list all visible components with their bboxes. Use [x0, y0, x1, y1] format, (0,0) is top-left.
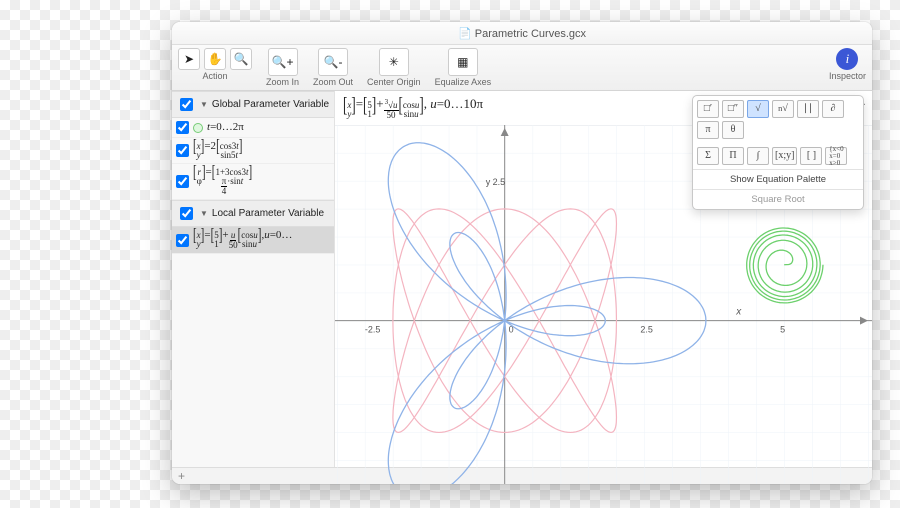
equation-text: [xy]=2[cos3tsin5t] — [193, 141, 242, 160]
palette-prod-button[interactable]: Π — [722, 147, 744, 165]
palette-sub-label: Square Root — [693, 189, 863, 209]
toolbar-equalize-group: ▦ Equalize Axes — [435, 48, 492, 87]
equation-text: [rφ]=[1+3cos3tπ4·sint] — [193, 167, 252, 196]
list-item[interactable]: t=0…2π — [172, 118, 334, 138]
global-header-checkbox[interactable] — [180, 98, 193, 111]
toolbar-center-group: ✳ Center Origin — [367, 48, 421, 87]
current-equation: [xy]=[51]+3√u50[cosusinu], u=0…10π — [343, 97, 483, 120]
palette-integral-button[interactable]: ∫ — [747, 147, 769, 165]
palette-main-label[interactable]: Show Equation Palette — [693, 169, 863, 189]
hand-tool-button[interactable]: ✋ — [204, 48, 226, 70]
palette-matrix-button[interactable]: [ ] — [800, 147, 822, 165]
palette-row-1: □′ □″ √ n√ ∣∣ ∂ π θ — [693, 96, 863, 143]
palette-pi-button[interactable]: π — [697, 121, 719, 139]
list-item[interactable]: [xy]=2[cos3tsin5t] — [172, 138, 334, 164]
equation-palette-popover: □′ □″ √ n√ ∣∣ ∂ π θ Σ Π ∫ [x;y] [ — [692, 95, 864, 210]
palette-theta-button[interactable]: θ — [722, 121, 744, 139]
zoom-in-label: Zoom In — [266, 77, 299, 87]
palette-prime-button[interactable]: □′ — [697, 100, 719, 118]
svg-text:5: 5 — [780, 325, 785, 335]
app-window: 📄 Parametric Curves.gcx ➤ ✋ 🔍 Action 🔍+ … — [172, 22, 872, 484]
titlebar[interactable]: 📄 Parametric Curves.gcx — [172, 22, 872, 45]
item-checkbox[interactable] — [176, 175, 189, 188]
local-header-label: Local Parameter Variable — [212, 208, 324, 219]
svg-text:x: x — [735, 307, 742, 318]
add-button[interactable]: + — [178, 470, 185, 482]
svg-text:-2.5: -2.5 — [365, 325, 380, 335]
palette-row-2: Σ Π ∫ [x;y] [ ] {x<0x=0x>0 — [693, 143, 863, 169]
sidebar-global-header[interactable]: ▼ Global Parameter Variable — [172, 91, 334, 118]
item-checkbox[interactable] — [176, 234, 189, 247]
zoom-in-button[interactable]: 🔍+ — [268, 48, 298, 76]
action-label: Action — [202, 71, 227, 81]
equation-text: t=0…2π — [207, 122, 244, 133]
center-origin-button[interactable]: ✳ — [379, 48, 409, 76]
toolbar-action-group: ➤ ✋ 🔍 Action — [178, 48, 252, 81]
canvas[interactable]: [xy]=[51]+3√u50[cosusinu], u=0…10π –Σ· — [335, 91, 872, 467]
palette-nroot-button[interactable]: n√ — [772, 100, 794, 118]
zoom-out-label: Zoom Out — [313, 77, 353, 87]
toolbar-zoomout-group: 🔍- Zoom Out — [313, 48, 353, 87]
palette-abs-button[interactable]: ∣∣ — [797, 100, 819, 118]
local-header-checkbox[interactable] — [180, 207, 193, 220]
inspector-button[interactable]: i — [836, 48, 858, 70]
center-label: Center Origin — [367, 77, 421, 87]
color-bullet-icon — [193, 123, 203, 133]
sidebar: ▼ Global Parameter Variable t=0…2π [xy]=… — [172, 91, 335, 467]
disclosure-triangle-icon[interactable]: ▼ — [200, 100, 208, 109]
toolbar: ➤ ✋ 🔍 Action 🔍+ Zoom In 🔍- Zoom Out ✳ Ce… — [172, 45, 872, 91]
equalize-label: Equalize Axes — [435, 77, 492, 87]
zoom-out-button[interactable]: 🔍- — [318, 48, 348, 76]
sidebar-local-header[interactable]: ▼ Local Parameter Variable — [172, 200, 334, 227]
palette-vector-button[interactable]: [x;y] — [772, 147, 797, 165]
item-checkbox[interactable] — [176, 121, 189, 134]
palette-sum-button[interactable]: Σ — [697, 147, 719, 165]
list-item[interactable]: [rφ]=[1+3cos3tπ4·sint] — [172, 164, 334, 200]
magnify-tool-button[interactable]: 🔍 — [230, 48, 252, 70]
palette-partial-button[interactable]: ∂ — [822, 100, 844, 118]
body: ▼ Global Parameter Variable t=0…2π [xy]=… — [172, 91, 872, 467]
toolbar-zoomin-group: 🔍+ Zoom In — [266, 48, 299, 87]
svg-text:y 2.5: y 2.5 — [486, 177, 505, 187]
palette-piecewise-button[interactable]: {x<0x=0x>0 — [825, 147, 847, 165]
pointer-tool-button[interactable]: ➤ — [178, 48, 200, 70]
svg-text:2.5: 2.5 — [640, 325, 652, 335]
equalize-axes-button[interactable]: ▦ — [448, 48, 478, 76]
toolbar-inspector-group: i Inspector — [829, 48, 866, 81]
disclosure-triangle-icon[interactable]: ▼ — [200, 209, 208, 218]
palette-sqrt-button[interactable]: √ — [747, 100, 769, 118]
equation-text: [xy]=[51]+u50[cosusinu],u=0… — [193, 230, 292, 250]
item-checkbox[interactable] — [176, 144, 189, 157]
palette-dblprime-button[interactable]: □″ — [722, 100, 744, 118]
list-item[interactable]: [xy]=[51]+u50[cosusinu],u=0… — [172, 227, 334, 254]
window-title: Parametric Curves.gcx — [475, 28, 586, 40]
inspector-label: Inspector — [829, 71, 866, 81]
global-header-label: Global Parameter Variable — [212, 99, 329, 110]
